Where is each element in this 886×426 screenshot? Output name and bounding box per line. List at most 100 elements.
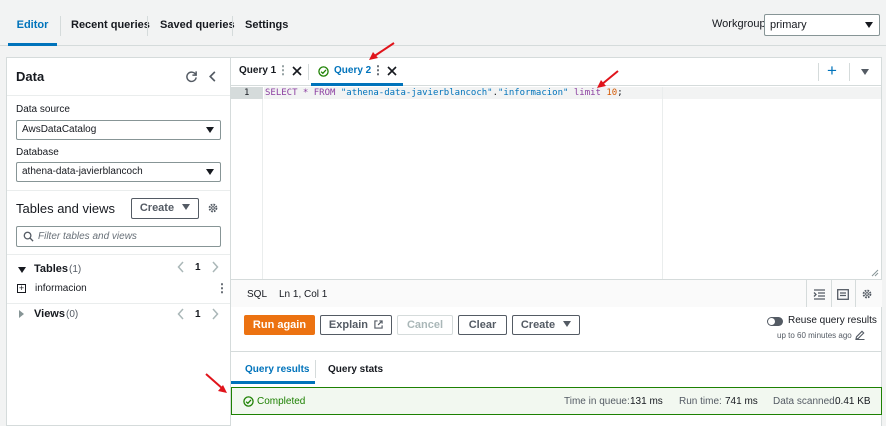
divider	[7, 303, 230, 304]
data-source-select[interactable]: AwsDataCatalog	[16, 120, 221, 140]
create-query-button[interactable]: Create	[512, 315, 580, 335]
views-section-header[interactable]: Views (0)	[16, 307, 166, 323]
create-button[interactable]: Create	[131, 198, 199, 219]
divider	[7, 190, 230, 191]
sql-code[interactable]: SELECT * FROM "athena-data-javierblancoc…	[265, 87, 623, 99]
views-page-number[interactable]: 1	[195, 309, 201, 320]
tables-section-header[interactable]: Tables (1)	[16, 262, 221, 278]
add-query-tab-icon[interactable]: +	[827, 61, 837, 81]
line-gutter	[231, 87, 263, 279]
query-tab-1[interactable]: Query 1	[239, 65, 276, 76]
query-editor: Query 1 ⋮ Query 2 ⋮ + 1 SELECT * FROM "a…	[231, 57, 882, 309]
reuse-results-toggle[interactable]	[767, 317, 783, 326]
workgroup-select[interactable]: primary	[764, 14, 880, 36]
chevron-down-icon	[206, 169, 214, 175]
tab-divider	[315, 360, 316, 378]
query-tabs-bar: Query 1 ⋮ Query 2 ⋮ +	[231, 58, 882, 86]
success-check-icon	[243, 396, 254, 407]
data-scanned-value: 0.41 KB	[835, 396, 871, 407]
table-row[interactable]: + informacion ⋮	[16, 281, 228, 298]
reuse-results-subtext: up to 60 minutes ago	[777, 331, 852, 340]
next-page-icon[interactable]	[211, 308, 219, 320]
divider	[849, 63, 850, 81]
resize-handle-icon[interactable]	[871, 269, 879, 277]
run-again-button[interactable]: Run again	[244, 315, 315, 335]
run-time-label: Run time:	[679, 396, 722, 407]
chevron-down-icon[interactable]	[861, 69, 869, 75]
prev-page-icon[interactable]	[177, 308, 185, 320]
views-label: Views	[34, 308, 65, 320]
data-source-label: Data source	[16, 104, 70, 115]
tab-query-stats[interactable]: Query stats	[328, 364, 383, 375]
divider	[806, 280, 807, 309]
database-label: Database	[16, 147, 59, 158]
more-options-icon[interactable]: ⋮	[372, 63, 384, 77]
code-string: "informacion"	[498, 88, 569, 98]
expand-down-icon	[18, 267, 26, 273]
explain-button[interactable]: Explain	[320, 315, 392, 335]
gear-icon[interactable]	[207, 202, 219, 214]
create-label: Create	[139, 202, 175, 214]
edit-pencil-icon[interactable]	[855, 330, 865, 340]
data-panel: Data Data source AwsDataCatalog Database…	[6, 57, 231, 426]
tab-divider	[232, 16, 233, 36]
chevron-down-icon	[563, 321, 572, 327]
search-icon	[23, 231, 34, 242]
active-tab-indicator	[311, 83, 403, 86]
status-completed: Completed	[257, 396, 306, 407]
divider	[818, 63, 819, 81]
clear-button[interactable]: Clear	[458, 315, 507, 335]
reuse-results-label: Reuse query results	[788, 315, 877, 326]
query-actions: Run again Explain Cancel Clear Create Re…	[231, 307, 882, 351]
workgroup-label: Workgroup	[712, 18, 766, 30]
data-source-value: AwsDataCatalog	[22, 124, 97, 135]
status-language: SQL	[247, 289, 268, 300]
tab-recent-queries[interactable]: Recent queries	[71, 0, 150, 46]
active-line-number: 1	[231, 87, 263, 99]
close-icon[interactable]	[387, 66, 397, 76]
next-page-icon[interactable]	[211, 261, 219, 273]
code-keyword: SELECT * FROM	[265, 88, 341, 98]
more-options-icon[interactable]: ⋮	[216, 281, 228, 295]
expand-plus-icon[interactable]: +	[17, 284, 26, 293]
chevron-down-icon	[206, 127, 214, 133]
settings-gear-icon[interactable]	[861, 288, 873, 300]
tab-saved-queries[interactable]: Saved queries	[160, 0, 235, 46]
divider	[7, 95, 230, 96]
query-tab-2[interactable]: Query 2	[334, 65, 371, 76]
chevron-down-icon	[865, 22, 873, 28]
status-position: Ln 1, Col 1	[279, 289, 328, 300]
cancel-button[interactable]: Cancel	[397, 315, 453, 335]
chevron-down-icon	[182, 204, 191, 210]
tab-editor[interactable]: Editor	[8, 0, 57, 46]
format-indent-icon[interactable]	[813, 289, 826, 300]
keyboard-icon[interactable]	[837, 289, 849, 300]
close-icon[interactable]	[292, 66, 302, 76]
refresh-icon[interactable]	[185, 70, 198, 83]
line-number: 1	[244, 88, 250, 98]
collapse-panel-icon[interactable]	[208, 70, 218, 83]
database-select[interactable]: athena-data-javierblancoch	[16, 162, 221, 182]
external-link-icon	[374, 320, 383, 329]
workgroup-value: primary	[770, 19, 807, 31]
annotation-arrow	[597, 70, 619, 88]
tab-divider	[308, 64, 309, 80]
tab-divider	[147, 16, 148, 36]
annotation-arrow	[205, 373, 227, 393]
tab-query-results[interactable]: Query results	[245, 364, 309, 375]
code-string: "athena-data-javierblancoch"	[340, 88, 493, 98]
tables-label: Tables	[34, 263, 69, 275]
more-options-icon[interactable]: ⋮	[277, 63, 289, 77]
divider	[831, 280, 832, 309]
tab-settings[interactable]: Settings	[245, 0, 288, 46]
panel-title: Data	[16, 69, 45, 84]
data-scanned-label: Data scanned:	[773, 396, 838, 407]
table-name: informacion	[35, 283, 87, 294]
tables-page-number[interactable]: 1	[195, 262, 201, 273]
database-value: athena-data-javierblancoch	[22, 166, 143, 177]
create-label: Create	[520, 319, 556, 331]
filter-input[interactable]: Filter tables and views	[16, 226, 221, 247]
prev-page-icon[interactable]	[177, 261, 185, 273]
explain-label: Explain	[328, 319, 369, 331]
run-time-value: 741 ms	[725, 396, 758, 407]
